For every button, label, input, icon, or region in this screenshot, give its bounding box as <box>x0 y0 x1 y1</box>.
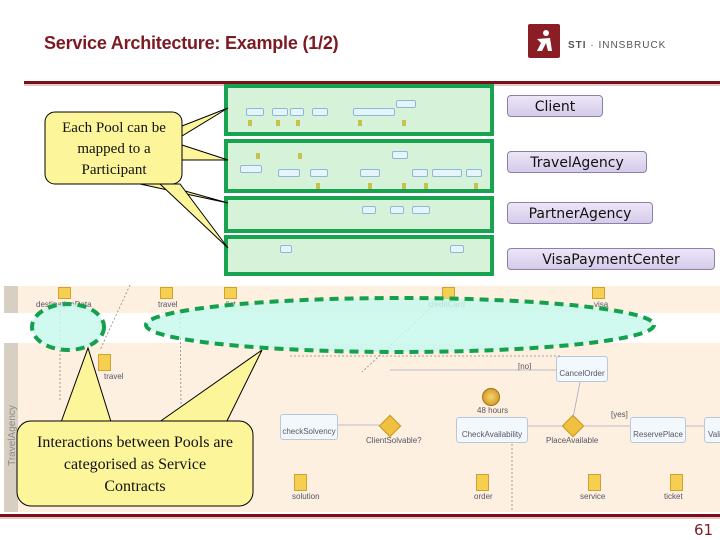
gateway-label: ClientSolvable? <box>366 436 422 445</box>
pool-visa-payment-center[interactable] <box>224 235 494 276</box>
task-cancel-order[interactable]: CancelOrder <box>556 356 608 382</box>
pool-partner-agency[interactable] <box>224 196 494 233</box>
gateway-label: PlaceAvailable <box>546 436 599 445</box>
flow-label-yes: [yes] <box>611 410 628 419</box>
participant-travel-agency[interactable]: TravelAgency <box>507 151 647 173</box>
document-icon <box>294 474 307 491</box>
document-label: order <box>474 492 493 501</box>
document-label: travel <box>104 372 124 381</box>
document-label: ticket <box>664 492 683 501</box>
document-label: service <box>580 492 606 501</box>
document-icon <box>476 474 489 491</box>
document-label: solution <box>292 492 320 501</box>
message-icon <box>442 287 455 299</box>
page-number: 61 <box>694 521 714 539</box>
participant-client[interactable]: Client <box>507 95 603 117</box>
message-label: travel <box>158 300 178 309</box>
task-vali[interactable]: Vali <box>704 417 720 443</box>
message-label: creditCard <box>428 300 465 309</box>
pool-client[interactable] <box>224 84 494 136</box>
timer-label: 48 hours <box>477 406 509 415</box>
lane-label: TravelAgency <box>6 405 18 466</box>
footer-rule-shadow <box>0 517 720 519</box>
task-check-solvency[interactable]: checkSolvency <box>280 414 338 440</box>
task-check-availability[interactable]: CheckAvailability <box>456 417 528 443</box>
logo-text: STI · INNSBRUCK <box>568 40 667 51</box>
message-label: visa <box>594 300 609 309</box>
message-icon <box>58 287 71 299</box>
sti-logo-icon <box>528 24 560 58</box>
slide-title: Service Architecture: Example (1/2) <box>44 33 339 53</box>
task-reserve-place[interactable]: ReservePlace <box>630 417 686 443</box>
pool-gap <box>0 313 720 343</box>
message-label: list <box>226 300 236 309</box>
flow-label-no: [no] <box>518 362 532 371</box>
callout-interactions-text: Interactions between Pools are categoris… <box>37 434 233 495</box>
pool-travel-agency[interactable] <box>224 139 494 193</box>
document-icon <box>588 474 601 491</box>
message-label: destinationData <box>36 300 92 309</box>
message-icon <box>224 287 237 299</box>
participant-visa-payment-center[interactable]: VisaPaymentCenter <box>507 248 715 270</box>
document-icon <box>670 474 683 491</box>
participant-partner-agency[interactable]: PartnerAgency <box>507 202 653 224</box>
timer-event-icon <box>482 388 500 406</box>
message-icon <box>592 287 605 299</box>
message-icon <box>160 287 173 299</box>
document-icon <box>98 354 111 371</box>
callout-pools-text: Each Pool can be mapped to a Participant <box>62 120 166 178</box>
